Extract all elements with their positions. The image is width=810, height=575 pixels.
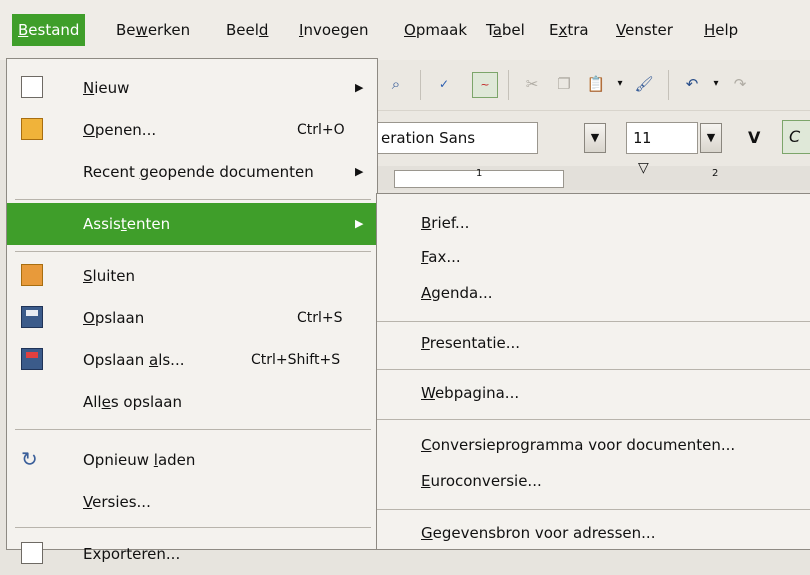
paste-dropdown-icon[interactable]: ▾: [608, 72, 632, 96]
menu-item-nieuw[interactable]: Nieuw ▶: [7, 67, 377, 109]
menu-item-label: Versies...: [83, 493, 151, 511]
menu-item-label: Sluiten: [83, 267, 135, 285]
copy-icon[interactable]: ❐: [552, 72, 576, 96]
menu-item-assistenten[interactable]: Assistenten ▶: [7, 203, 377, 245]
horizontal-ruler[interactable]: 1 ▽ 2: [376, 160, 810, 190]
submenu-arrow-icon: ▶: [355, 165, 364, 178]
menu-extra[interactable]: Extra: [543, 14, 595, 46]
menu-item-openen[interactable]: Openen... Ctrl+O: [7, 109, 377, 151]
submenu-item-brief[interactable]: Brief...: [421, 208, 469, 238]
menu-item-opslaan[interactable]: Opslaan Ctrl+S: [7, 297, 377, 339]
menu-separator: [15, 251, 371, 252]
print-preview-icon[interactable]: ⌕: [384, 72, 408, 96]
submenu-arrow-icon: ▶: [355, 81, 364, 94]
menu-bewerken[interactable]: Bewerken: [110, 14, 196, 46]
menu-item-versies[interactable]: Versies...: [7, 481, 377, 523]
toolbar-separator: [668, 70, 669, 100]
menu-bestand[interactable]: Bestand: [12, 14, 86, 46]
save-as-icon: [21, 348, 43, 370]
submenu-item-gegevensbron[interactable]: Gegevensbron voor adressen...: [421, 518, 655, 548]
menu-venster[interactable]: Venster: [610, 14, 679, 46]
italic-button[interactable]: C: [782, 120, 810, 154]
shortcut-label: Ctrl+O: [297, 122, 345, 138]
close-document-icon: [21, 264, 43, 286]
font-name-field[interactable]: eration Sans: [376, 122, 538, 154]
menu-bar: Bestand Bewerken Beeld Invoegen Opmaak T…: [0, 0, 810, 60]
spellcheck-icon[interactable]: ✓: [432, 72, 456, 96]
menu-item-label: Recent geopende documenten: [83, 163, 314, 181]
menu-item-label: Alles opslaan: [83, 393, 182, 411]
menu-item-label: Opslaan als...: [83, 351, 185, 369]
font-size-field[interactable]: 11: [626, 122, 698, 154]
export-icon: [21, 542, 43, 564]
menu-separator: [15, 429, 371, 430]
toolbar-separator: [420, 70, 421, 100]
submenu-item-conversieprogramma[interactable]: Conversieprogramma voor documenten...: [421, 430, 735, 460]
font-name-dropdown-button[interactable]: ▼: [584, 123, 606, 153]
menu-separator: [377, 321, 810, 322]
bold-button[interactable]: V: [748, 122, 760, 154]
ruler-mark: 2: [712, 168, 719, 179]
submenu-item-webpagina[interactable]: Webpagina...: [421, 378, 519, 408]
font-size-dropdown-button[interactable]: ▼: [700, 123, 722, 153]
indent-marker-icon[interactable]: ▽: [638, 160, 649, 176]
menu-item-label: Exporteren...: [83, 545, 181, 563]
menu-item-sluiten[interactable]: Sluiten: [7, 255, 377, 297]
menu-item-label: Openen...: [83, 121, 157, 139]
paste-icon[interactable]: 📋: [584, 72, 608, 96]
menu-item-opnieuw-laden[interactable]: ↻ Opnieuw laden: [7, 439, 377, 481]
menu-item-label: Assistenten: [83, 215, 171, 233]
menu-opmaak[interactable]: Opmaak: [398, 14, 473, 46]
menu-item-alles-opslaan[interactable]: Alles opslaan: [7, 381, 377, 423]
submenu-item-presentatie[interactable]: Presentatie...: [421, 328, 520, 358]
menu-help[interactable]: Help: [698, 14, 744, 46]
undo-icon[interactable]: ↶: [680, 72, 704, 96]
menu-separator: [377, 419, 810, 420]
menu-separator: [377, 369, 810, 370]
reload-icon: ↻: [21, 447, 38, 471]
menu-beeld[interactable]: Beeld: [220, 14, 274, 46]
menu-item-recent[interactable]: Recent geopende documenten ▶: [7, 151, 377, 193]
submenu-item-euroconversie[interactable]: Euroconversie...: [421, 466, 542, 496]
new-document-icon: [21, 76, 43, 98]
menu-item-label: Opslaan: [83, 309, 145, 327]
menu-item-label: Nieuw: [83, 79, 130, 97]
undo-dropdown-icon[interactable]: ▾: [704, 72, 728, 96]
menu-item-exporteren[interactable]: Exporteren...: [7, 533, 377, 575]
wizards-submenu: Brief... Fax... Agenda... Presentatie...…: [376, 193, 810, 550]
save-icon: [21, 306, 43, 328]
menu-separator: [15, 199, 371, 200]
menu-item-opslaan-als[interactable]: Opslaan als... Ctrl+Shift+S: [7, 339, 377, 381]
redo-icon[interactable]: ↷: [728, 72, 752, 96]
format-paintbrush-icon[interactable]: 🖌: [632, 72, 656, 96]
submenu-item-fax[interactable]: Fax...: [421, 242, 461, 272]
submenu-item-agenda[interactable]: Agenda...: [421, 278, 493, 308]
submenu-arrow-icon: ▶: [355, 217, 364, 230]
shortcut-label: Ctrl+S: [297, 310, 343, 326]
ruler-mark: 1: [476, 168, 483, 179]
autospellcheck-icon[interactable]: ~: [472, 72, 498, 98]
open-folder-icon: [21, 118, 43, 140]
menu-item-label: Opnieuw laden: [83, 451, 196, 469]
menu-invoegen[interactable]: Invoegen: [293, 14, 374, 46]
menu-tabel[interactable]: Tabel: [480, 14, 531, 46]
file-menu: Nieuw ▶ Openen... Ctrl+O Recent geopende…: [6, 58, 378, 564]
menu-separator: [15, 527, 371, 528]
toolbar-separator: [508, 70, 509, 100]
shortcut-label: Ctrl+Shift+S: [251, 352, 341, 368]
cut-icon[interactable]: ✂: [520, 72, 544, 96]
menu-separator: [377, 509, 810, 510]
